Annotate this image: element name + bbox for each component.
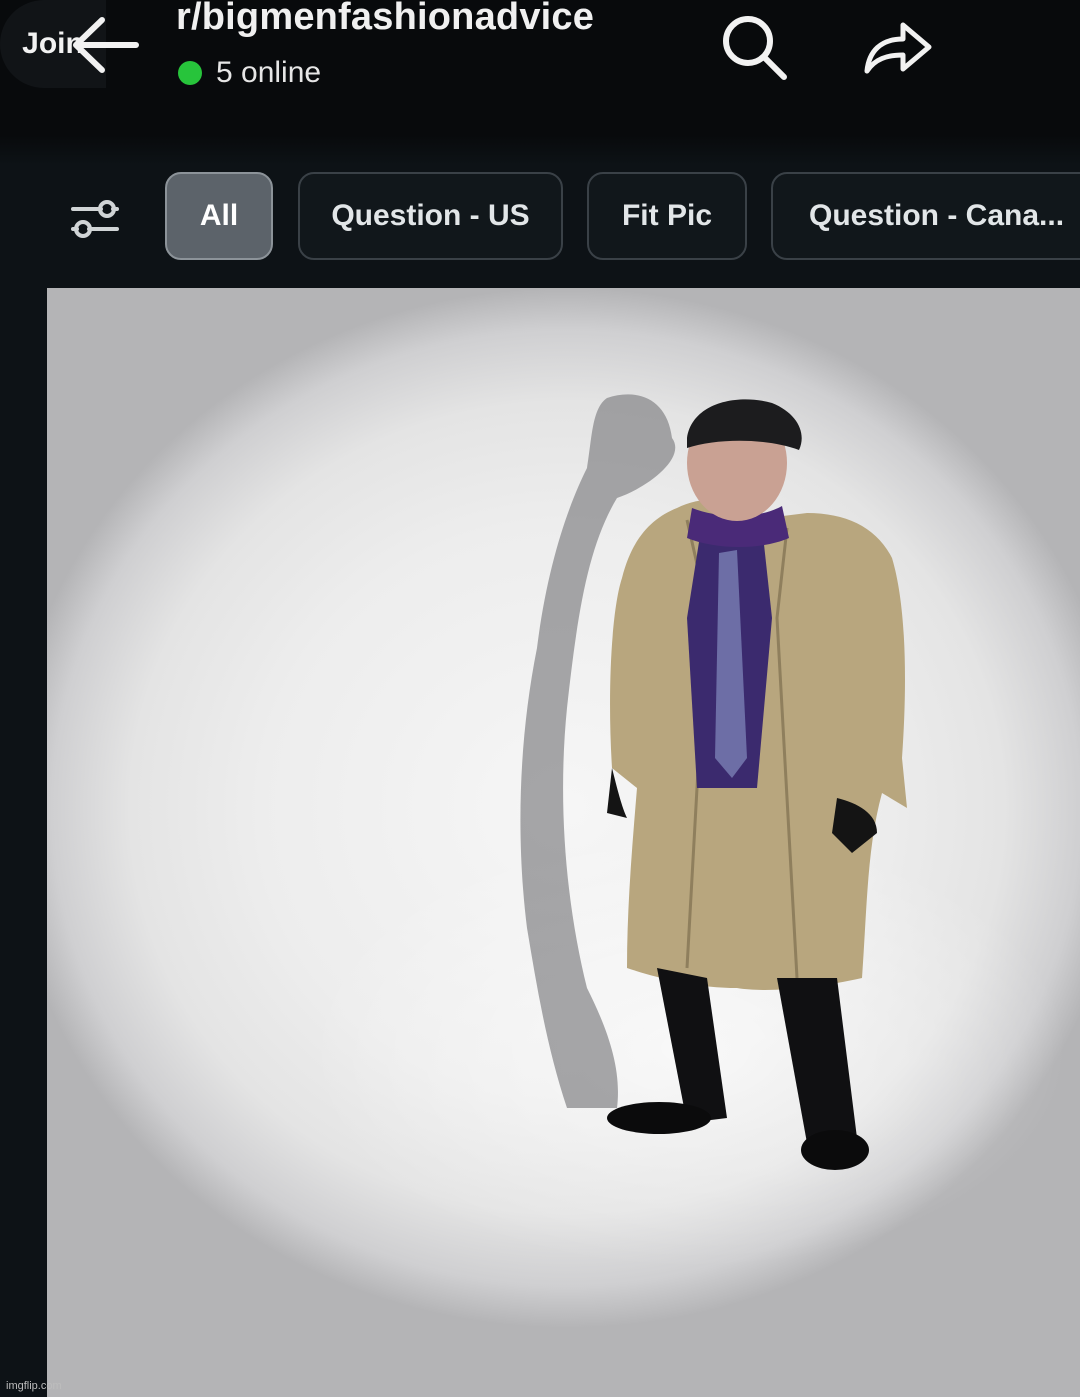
search-button[interactable]: [712, 8, 796, 86]
header-shadow: [0, 135, 1080, 165]
online-status-dot: [178, 61, 202, 85]
subreddit-name[interactable]: r/bigmenfashionadvice: [176, 0, 594, 39]
chip-fit-pic[interactable]: Fit Pic: [587, 172, 747, 260]
search-icon: [723, 16, 787, 80]
filter-button[interactable]: [60, 185, 130, 253]
share-button[interactable]: [852, 8, 942, 86]
post-image[interactable]: [47, 288, 1080, 1397]
arrow-left-icon: [73, 17, 139, 73]
online-count: 5 online: [178, 56, 321, 90]
online-label: 5 online: [216, 56, 322, 89]
chip-all[interactable]: All: [165, 172, 273, 260]
chip-question-canada[interactable]: Question - Cana...: [771, 172, 1080, 260]
trench-coat-man-illustration: [307, 394, 1067, 1268]
sliders-icon: [71, 200, 119, 238]
share-icon: [864, 22, 932, 74]
chip-question-us[interactable]: Question - US: [298, 172, 563, 260]
top-app-bar: r/bigmenfashionadvice 5 online Join: [0, 0, 1080, 135]
watermark: imgflip.com: [6, 1380, 62, 1392]
back-button[interactable]: [68, 12, 142, 78]
